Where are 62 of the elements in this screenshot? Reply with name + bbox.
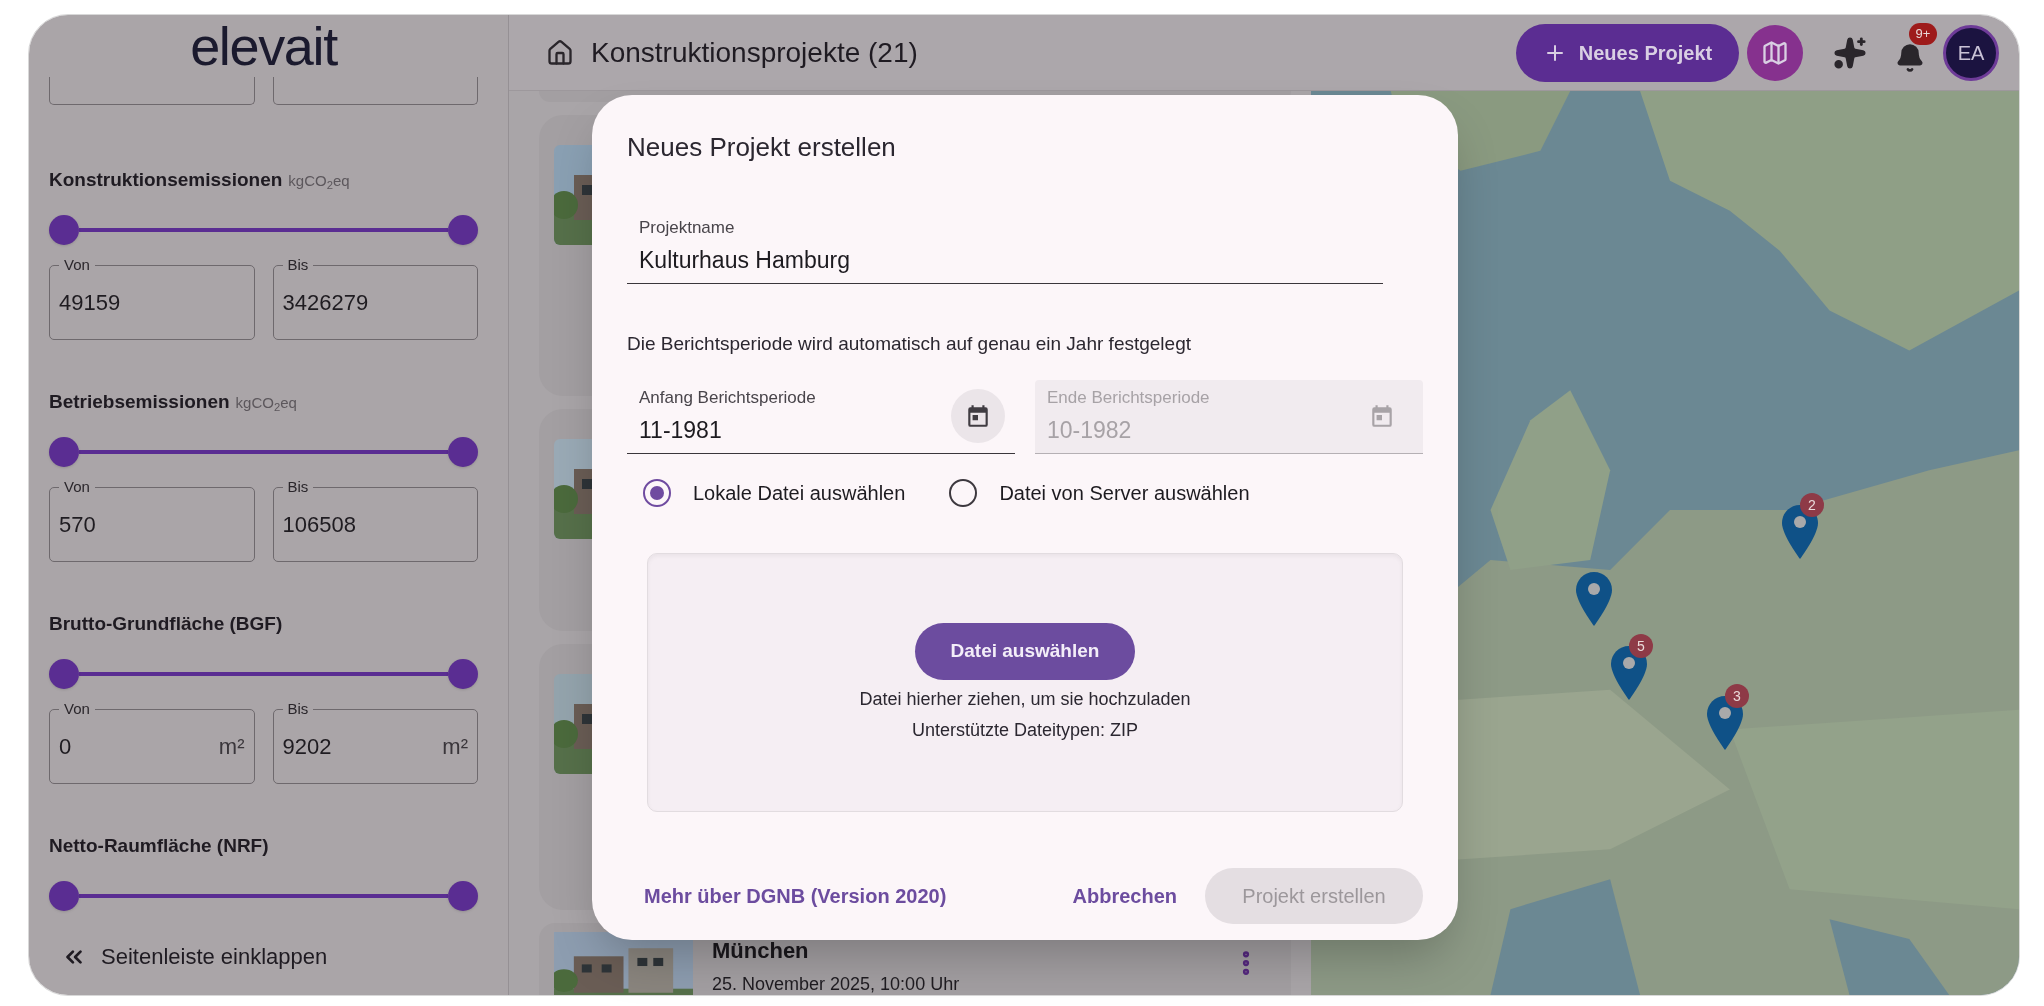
slider-thumb[interactable]	[49, 659, 79, 689]
field-label: Ende Berichtsperiode	[1047, 387, 1210, 409]
slider-thumb[interactable]	[448, 659, 478, 689]
map-pin-icon[interactable]	[1576, 572, 1612, 626]
range-slider[interactable]	[49, 215, 478, 245]
field-label: Projektname	[639, 217, 736, 239]
field-value: 3426279	[282, 289, 369, 317]
range-slider[interactable]	[49, 881, 478, 911]
project-date: 25. November 2025, 10:00 Uhr	[712, 973, 960, 995]
field-value: 10-1982	[1047, 415, 1133, 445]
notification-badge: 9+	[1909, 22, 1937, 45]
new-project-button[interactable]: Neues Projekt	[1516, 23, 1739, 82]
filter-heading: Konstruktionsemissionen	[49, 168, 283, 192]
dgnb-info-link[interactable]: Mehr über DGNB (Version 2020)	[644, 880, 947, 911]
range-slider[interactable]	[49, 659, 478, 689]
unit-label: m²	[218, 733, 245, 761]
collapse-sidebar-button[interactable]: Seitenleiste einklappen	[49, 940, 478, 973]
dialog-title: Neues Projekt erstellen	[627, 131, 897, 164]
cancel-button[interactable]: Abbrechen	[1064, 866, 1185, 925]
slider-thumb[interactable]	[49, 881, 79, 911]
filter-heading: Netto-Raumfläche (NRF)	[49, 834, 269, 858]
page-title: Konstruktionsprojekte (21)	[591, 35, 918, 70]
slider-thumb[interactable]	[448, 881, 478, 911]
radio-label[interactable]: Datei von Server auswählen	[999, 477, 1250, 508]
slider-thumb[interactable]	[49, 215, 79, 245]
drop-hint: Datei hierher ziehen, um sie hochzuladen	[859, 687, 1191, 711]
file-drop-zone[interactable]: Datei auswählen Datei hierher ziehen, um sie hochzuladen Unterstützte Dateitypen: ZIP	[647, 552, 1403, 812]
slider-thumb[interactable]	[448, 215, 478, 245]
filter-heading: Betriebsemissionen	[49, 390, 230, 414]
unit-label: m²	[442, 733, 468, 761]
field-value: 570	[59, 511, 96, 539]
radio-label[interactable]: Lokale Datei auswählen	[693, 477, 906, 508]
file-types-hint: Unterstützte Dateitypen: ZIP	[911, 718, 1139, 742]
logo: elevait	[190, 19, 337, 73]
slider-thumb[interactable]	[49, 437, 79, 467]
project-name-field[interactable]: Projektname Kulturhaus Hamburg	[627, 211, 1383, 284]
user-avatar[interactable]: EA	[1943, 24, 1999, 81]
project-title: München	[712, 937, 810, 965]
filter-heading: Brutto-Grundfläche (BGF)	[49, 612, 283, 636]
number-field[interactable]	[272, 77, 478, 105]
slider-thumb[interactable]	[448, 437, 478, 467]
date-field[interactable]: Anfang Berichtsperiode 11-1981	[627, 379, 1015, 454]
notification-bell-icon[interactable]	[1895, 42, 1925, 73]
radio-button[interactable]	[643, 478, 671, 507]
calendar-icon	[965, 403, 991, 429]
radio-button[interactable]	[949, 478, 978, 507]
field-value: 106508	[282, 511, 356, 539]
choose-file-button[interactable]: Datei auswählen	[915, 622, 1135, 680]
unit-label: kgCO$_{2}$eq	[235, 393, 297, 415]
field-value: 0	[59, 733, 72, 761]
number-field[interactable]	[49, 77, 255, 105]
field-label: Anfang Berichtsperiode	[639, 387, 816, 409]
field-value: 9202	[282, 733, 332, 761]
info-text: Die Berichtsperiode wird automatisch auf genau ein Jahr festgelegt	[627, 332, 1192, 356]
calendar-icon	[1369, 403, 1395, 429]
unit-label: kgCO$_{2}$eq	[288, 171, 350, 193]
field-value: Kulturhaus Hamburg	[639, 245, 851, 275]
field-value: 11-1981	[639, 415, 723, 445]
sparkles-icon[interactable]	[1833, 35, 1867, 70]
home-icon[interactable]	[546, 38, 574, 67]
field-value: 49159	[59, 289, 121, 317]
range-slider[interactable]	[49, 437, 478, 467]
